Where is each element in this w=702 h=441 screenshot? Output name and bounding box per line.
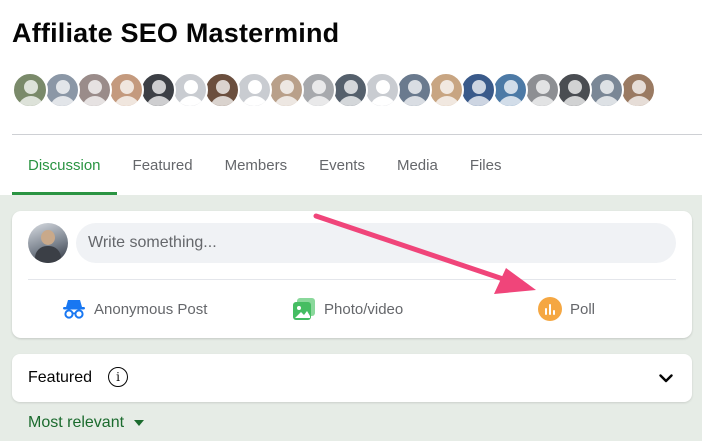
member-avatar[interactable] [396, 72, 432, 108]
featured-section[interactable]: Featured i [12, 354, 692, 402]
group-title[interactable]: Affiliate SEO Mastermind [12, 18, 339, 49]
chevron-down-icon[interactable] [656, 368, 676, 388]
featured-label: Featured [28, 369, 93, 386]
member-avatar[interactable] [268, 72, 304, 108]
tab-events[interactable]: Events [303, 135, 381, 195]
member-avatar[interactable] [588, 72, 624, 108]
member-avatar[interactable] [492, 72, 528, 108]
member-avatar[interactable] [364, 72, 400, 108]
tab-media[interactable]: Media [381, 135, 454, 195]
caret-down-icon [134, 420, 145, 426]
member-avatar[interactable] [428, 72, 464, 108]
photo-video-label: Photo/video [324, 300, 404, 318]
member-avatars[interactable] [12, 72, 656, 108]
write-something-input[interactable] [76, 223, 676, 263]
anonymous-post-button[interactable]: Anonymous Post [62, 291, 207, 327]
sort-dropdown[interactable]: Most relevant [28, 414, 145, 432]
member-avatar[interactable] [620, 72, 656, 108]
info-icon[interactable]: i [108, 367, 128, 387]
member-avatar[interactable] [524, 72, 560, 108]
group-header: Affiliate SEO Mastermind Discussion Feat… [0, 0, 702, 195]
incognito-icon [62, 297, 86, 321]
poll-button[interactable]: Poll [538, 291, 595, 327]
member-avatar[interactable] [76, 72, 112, 108]
composer-divider [28, 279, 676, 280]
member-avatar[interactable] [172, 72, 208, 108]
user-avatar[interactable] [28, 223, 68, 263]
member-avatar[interactable] [236, 72, 272, 108]
tab-featured[interactable]: Featured [117, 135, 209, 195]
poll-label: Poll [570, 300, 596, 318]
group-tabs: Discussion Featured Members Events Media… [12, 135, 517, 195]
feed-area: Anonymous Post Photo/video [0, 195, 702, 441]
member-avatar[interactable] [300, 72, 336, 108]
tab-members[interactable]: Members [209, 135, 304, 195]
member-avatar[interactable] [204, 72, 240, 108]
photo-icon [292, 297, 316, 321]
member-avatar[interactable] [44, 72, 80, 108]
post-composer: Anonymous Post Photo/video [12, 211, 692, 338]
anonymous-post-label: Anonymous Post [94, 300, 208, 318]
photo-video-button[interactable]: Photo/video [292, 291, 403, 327]
member-avatar[interactable] [460, 72, 496, 108]
member-avatar[interactable] [12, 72, 48, 108]
tab-files[interactable]: Files [454, 135, 518, 195]
member-avatar[interactable] [556, 72, 592, 108]
member-avatar[interactable] [140, 72, 176, 108]
poll-icon [538, 297, 562, 321]
sort-label: Most relevant [28, 414, 125, 431]
member-avatar[interactable] [332, 72, 368, 108]
tab-discussion[interactable]: Discussion [12, 135, 117, 195]
member-avatar[interactable] [108, 72, 144, 108]
